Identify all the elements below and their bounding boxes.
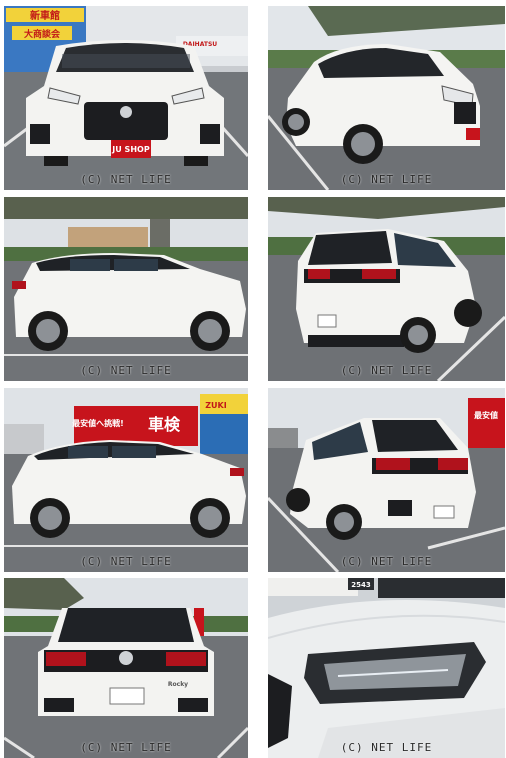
sign-daishodankai: 大商談会 bbox=[24, 28, 61, 40]
car-front-image: 新車館 大商談会 DAIHATSU JU SHOP bbox=[4, 6, 248, 190]
sign-zuki: ZUKI bbox=[205, 401, 226, 410]
car-left-side-image bbox=[4, 197, 248, 381]
watermark: (C) NET LIFE bbox=[80, 555, 172, 568]
badge-rocky: Rocky bbox=[168, 681, 188, 688]
car-side-dealer-image: 最安値へ挑戦! 車検 ZUKI bbox=[4, 388, 248, 572]
watermark: (C) NET LIFE bbox=[80, 173, 172, 186]
sign-shaken: 車検 bbox=[148, 415, 181, 434]
car-photo-front-quarter[interactable]: (C) NET LIFE bbox=[268, 6, 505, 190]
car-rear-quarter-right-image: 最安値 bbox=[268, 388, 505, 572]
car-photo-rear-quarter[interactable]: (C) NET LIFE bbox=[268, 197, 505, 381]
sign-shinshakan: 新車館 bbox=[30, 9, 60, 22]
watermark: (C) NET LIFE bbox=[340, 364, 433, 377]
watermark: (C) NET LIFE bbox=[80, 364, 172, 377]
sign-saiyasune: 最安値へ挑戦! bbox=[72, 418, 124, 428]
photo-gallery: 新車館 大商談会 DAIHATSU JU SHOP (C) NET LIFE (… bbox=[0, 0, 506, 758]
watermark: (C) NET LIFE bbox=[80, 741, 172, 754]
watermark: (C) NET LIFE bbox=[340, 555, 433, 568]
sign-jushop: JU SHOP bbox=[111, 145, 150, 154]
watermark: (C) NET LIFE bbox=[340, 741, 433, 754]
car-rear-image: Rocky bbox=[4, 578, 248, 758]
car-photo-headlight[interactable]: 2543 (C) NET LIFE bbox=[268, 578, 505, 758]
car-photo-side-dealer[interactable]: 最安値へ挑戦! 車検 ZUKI (C) NET LIFE bbox=[4, 388, 248, 572]
watermark: (C) NET LIFE bbox=[340, 173, 433, 186]
car-photo-front[interactable]: 新車館 大商談会 DAIHATSU JU SHOP (C) NET LIFE bbox=[4, 6, 248, 190]
sign-saiyasune-2: 最安値 bbox=[474, 410, 498, 420]
car-photo-rear[interactable]: Rocky (C) NET LIFE bbox=[4, 578, 248, 758]
car-headlight-image: 2543 bbox=[268, 578, 505, 758]
plate-2543: 2543 bbox=[351, 581, 371, 589]
car-rear-quarter-image bbox=[268, 197, 505, 381]
car-front-quarter-image bbox=[268, 6, 505, 190]
car-photo-left-side[interactable]: (C) NET LIFE bbox=[4, 197, 248, 381]
car-photo-rear-quarter-right[interactable]: 最安値 (C) NET LIFE bbox=[268, 388, 505, 572]
